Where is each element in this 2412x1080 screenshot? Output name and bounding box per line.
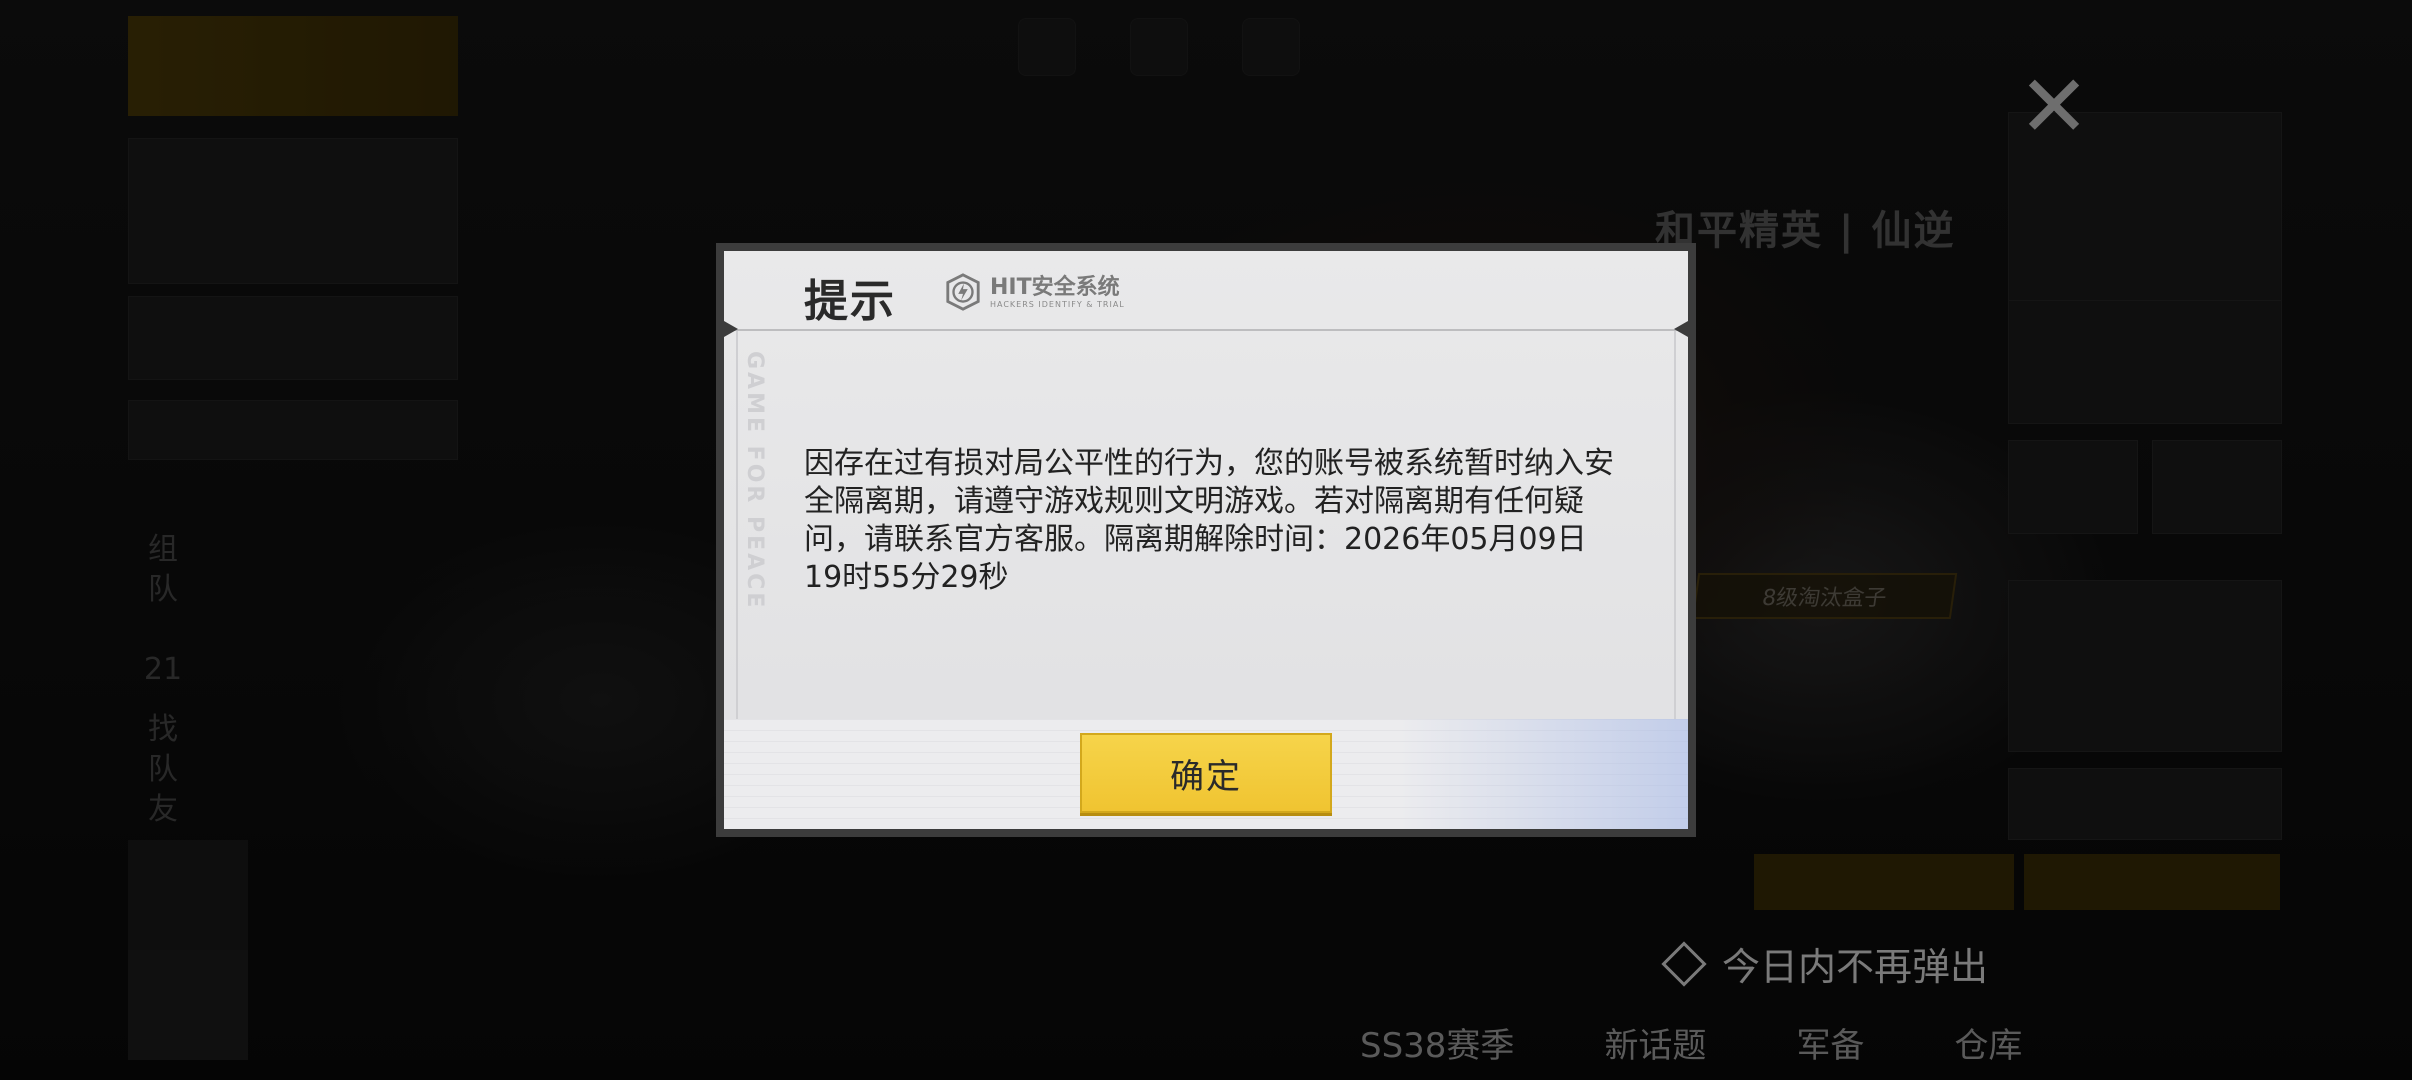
confirm-button[interactable]: 确定: [1080, 733, 1332, 813]
nav-topic[interactable]: 新话题: [1604, 1018, 1706, 1067]
game-watermark: GAME FOR PEACE: [742, 351, 767, 611]
hit-logo-name: HIT安全系统: [990, 274, 1120, 300]
dialog-panel: 提示 HIT安全系统 HACKERS IDENTIFY & TRIAL GAME…: [724, 251, 1688, 829]
header-corner-right: [1674, 321, 1688, 337]
bottom-nav: SS38赛季 新话题 军备 仓库: [1360, 1018, 2112, 1067]
game-screen: 组队 21 找队友 和平精英 | 仙逆 8级淘汰盒子 ✕ 今日内不再弹出 SS38…: [0, 0, 2412, 1080]
dialog-header: 提示 HIT安全系统 HACKERS IDENTIFY & TRIAL: [724, 251, 1688, 337]
dialog-footer: 确定: [724, 719, 1688, 829]
hit-logo-subtitle: HACKERS IDENTIFY & TRIAL: [990, 299, 1125, 309]
notice-dialog: 提示 HIT安全系统 HACKERS IDENTIFY & TRIAL GAME…: [716, 243, 1696, 837]
dialog-title: 提示: [804, 276, 896, 327]
nav-armory[interactable]: 军备: [1796, 1018, 1864, 1067]
shield-bolt-icon: [946, 273, 980, 311]
deco-line-left: [736, 331, 738, 719]
dialog-message: 因存在过有损对局公平性的行为，您的账号被系统暂时纳入安全隔离期，请遵守游戏规则文…: [804, 446, 1614, 595]
no-popup-toggle[interactable]: 今日内不再弹出: [1661, 936, 1989, 991]
no-popup-label: 今日内不再弹出: [1722, 945, 1989, 989]
checkbox-diamond-icon[interactable]: [1661, 940, 1707, 987]
nav-warehouse[interactable]: 仓库: [1954, 1018, 2022, 1067]
hit-security-logo: HIT安全系统 HACKERS IDENTIFY & TRIAL: [944, 273, 1125, 311]
nav-season[interactable]: SS38赛季: [1360, 1018, 1514, 1067]
close-icon[interactable]: ✕: [2018, 64, 2090, 150]
deco-line-right: [1674, 331, 1676, 719]
